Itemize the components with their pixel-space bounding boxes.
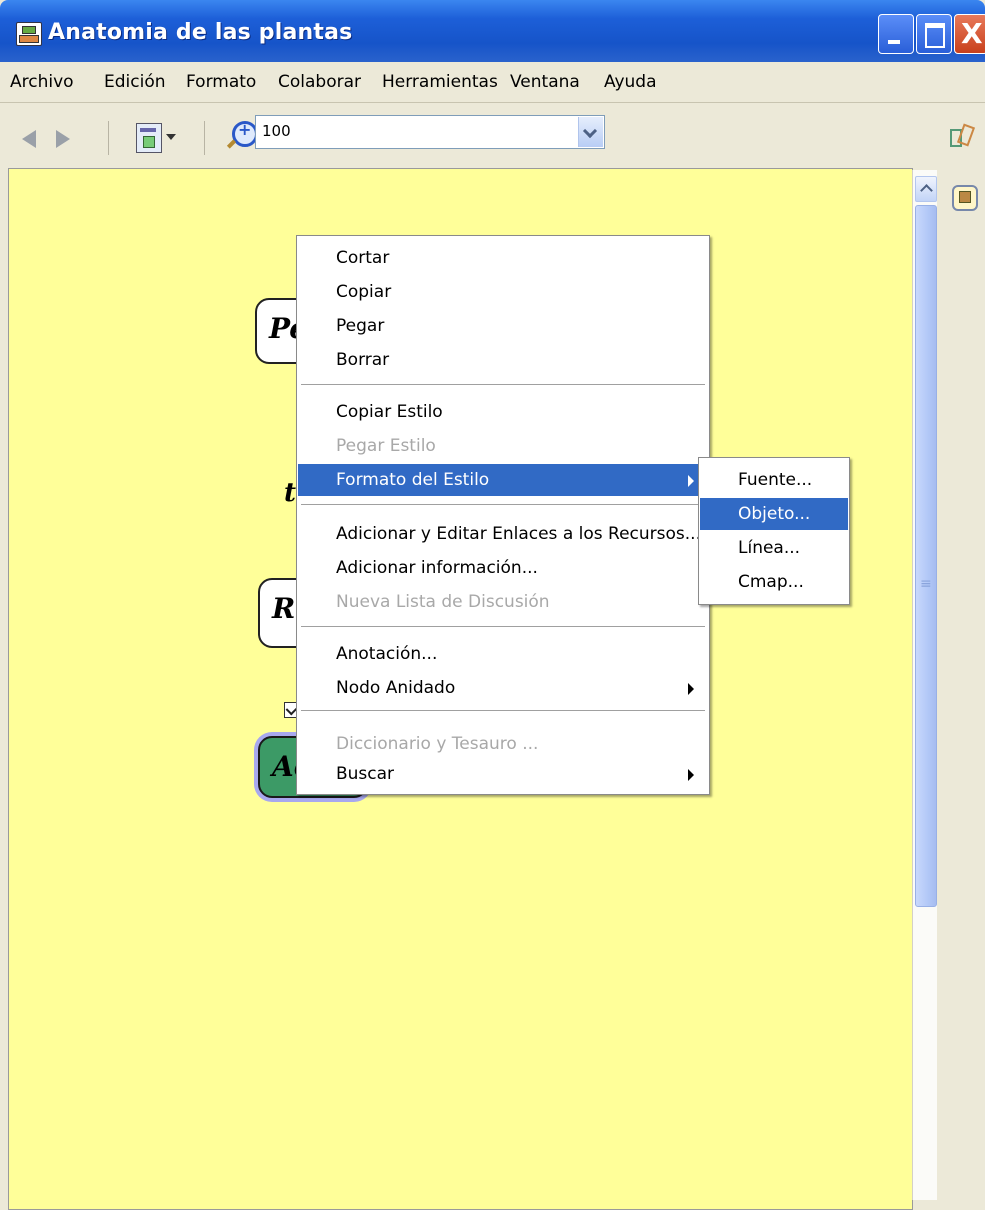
scroll-up-button[interactable] [915, 176, 937, 202]
window-title: Anatomia de las plantas [48, 20, 353, 45]
minimize-button[interactable] [878, 14, 914, 54]
close-icon: X [961, 17, 983, 50]
menu-item-label: Formato del Estilo [336, 470, 490, 490]
menu-archivo[interactable]: Archivo [10, 72, 74, 92]
menu-edicion[interactable]: Edición [104, 72, 166, 92]
submenu-arrow-icon [688, 475, 694, 487]
menu-item-label: Diccionario y Tesauro ... [336, 734, 539, 754]
scroll-thumb[interactable] [915, 205, 937, 907]
menu-item-label: Pegar [336, 316, 385, 336]
menu-separator [301, 384, 705, 385]
cmap-views-icon[interactable] [952, 185, 978, 211]
submenu-arrow-icon [688, 769, 694, 781]
submenu-item-label: Línea... [738, 538, 801, 558]
submenu-item-label: Fuente... [738, 470, 813, 490]
menu-item-adicionar-informacion[interactable]: Adicionar información... [298, 552, 708, 584]
back-arrow-icon[interactable] [22, 130, 36, 148]
submenu-item-label: Cmap... [738, 572, 804, 592]
menu-item-copiar[interactable]: Copiar [298, 276, 708, 308]
menu-separator [301, 504, 705, 505]
menu-item-label: Adicionar y Editar Enlaces a los Recurso… [336, 524, 701, 544]
menu-item-anotacion[interactable]: Anotación... [298, 638, 708, 670]
menu-item-label: Copiar Estilo [336, 402, 443, 422]
zoom-combobox[interactable]: 100 [255, 115, 605, 149]
zoom-dropdown-button[interactable] [578, 117, 603, 147]
maximize-button[interactable] [916, 14, 952, 54]
menu-item-nueva-lista-discusion[interactable]: Nueva Lista de Discusión [298, 586, 708, 618]
title-bar[interactable]: Anatomia de las plantas X [0, 0, 985, 62]
close-button[interactable]: X [954, 14, 985, 54]
menu-item-label: Adicionar información... [336, 558, 538, 578]
menu-item-copiar-estilo[interactable]: Copiar Estilo [298, 396, 708, 428]
menu-item-label: Buscar [336, 764, 395, 784]
toolbar-separator [108, 121, 109, 155]
menu-colaborar[interactable]: Colaborar [278, 72, 361, 92]
submenu-item-label: Objeto... [738, 504, 811, 524]
vertical-scrollbar[interactable] [912, 170, 937, 1200]
menu-ayuda[interactable]: Ayuda [604, 72, 657, 92]
zoom-value[interactable]: 100 [262, 122, 291, 140]
context-menu: Cortar Copiar Pegar Borrar Copiar Estilo… [296, 235, 710, 795]
menu-item-label: Borrar [336, 350, 390, 370]
toolbar: 100 [0, 103, 985, 167]
menu-bar: Archivo Edición Formato Colaborar Herram… [0, 62, 985, 103]
menu-separator [301, 710, 705, 711]
menu-item-pegar[interactable]: Pegar [298, 310, 708, 342]
menu-herramientas[interactable]: Herramientas [382, 72, 498, 92]
menu-item-diccionario-tesauro[interactable]: Diccionario y Tesauro ... [298, 728, 708, 760]
menu-item-label: Pegar Estilo [336, 436, 436, 456]
chevron-down-icon[interactable] [166, 134, 176, 140]
menu-item-label: Cortar [336, 248, 390, 268]
submenu-item-cmap[interactable]: Cmap... [700, 566, 848, 598]
submenu-item-fuente[interactable]: Fuente... [700, 464, 848, 496]
submenu-item-linea[interactable]: Línea... [700, 532, 848, 564]
menu-item-label: Copiar [336, 282, 392, 302]
linking-phrase[interactable]: t [284, 478, 296, 508]
menu-item-label: Anotación... [336, 644, 438, 664]
menu-item-borrar[interactable]: Borrar [298, 344, 708, 376]
side-panel [937, 168, 985, 1208]
menu-item-pegar-estilo[interactable]: Pegar Estilo [298, 430, 708, 462]
menu-item-label: Nodo Anidado [336, 678, 456, 698]
cmap-app-icon[interactable] [16, 22, 42, 46]
links-icon[interactable] [950, 125, 970, 147]
menu-separator [301, 626, 705, 627]
view-icon[interactable] [136, 123, 162, 153]
menu-item-buscar[interactable]: Buscar [298, 758, 708, 790]
forward-arrow-icon[interactable] [56, 130, 70, 148]
menu-item-nodo-anidado[interactable]: Nodo Anidado [298, 672, 708, 704]
submenu-arrow-icon [688, 683, 694, 695]
formato-submenu: Fuente... Objeto... Línea... Cmap... [698, 457, 850, 605]
menu-formato[interactable]: Formato [186, 72, 256, 92]
toolbar-separator [204, 121, 205, 155]
submenu-item-objeto[interactable]: Objeto... [700, 498, 848, 530]
menu-item-formato-del-estilo[interactable]: Formato del Estilo [298, 464, 708, 496]
menu-item-cortar[interactable]: Cortar [298, 242, 708, 274]
menu-item-adicionar-enlaces[interactable]: Adicionar y Editar Enlaces a los Recurso… [298, 518, 708, 550]
menu-ventana[interactable]: Ventana [510, 72, 580, 92]
menu-item-label: Nueva Lista de Discusión [336, 592, 550, 612]
